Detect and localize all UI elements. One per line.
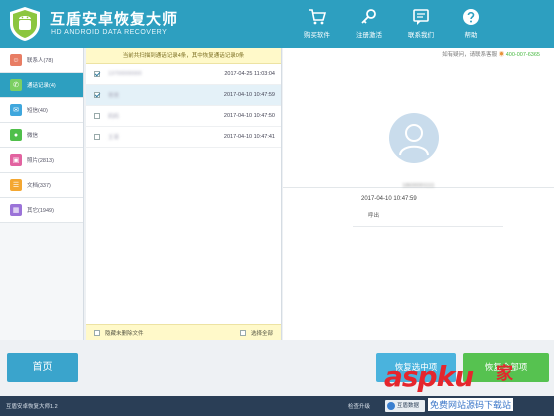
sidebar-item-photos[interactable]: ▣ 照片(2813): [0, 148, 83, 173]
row-checkbox[interactable]: [94, 92, 100, 98]
sidebar-item-label: 短信(40): [27, 108, 48, 114]
helpline: 如有疑问，请联系客服 ◉ 400-007-6365: [442, 50, 540, 58]
row-call-time: 2017-04-10 10:47:41: [223, 134, 275, 140]
cart-icon: [309, 9, 326, 25]
contact-us-label: 联系我们: [408, 32, 434, 39]
sidebar-item-sms[interactable]: ✉ 短信(40): [0, 98, 83, 123]
detail-call-type: 呼出: [368, 213, 380, 219]
row-call-time: 2017-04-25 11:03:04: [224, 71, 275, 77]
phone-icon: ✆: [10, 79, 22, 91]
contact-number: 18600001111: [402, 183, 435, 189]
tray-app-icon: [387, 402, 395, 410]
register-activate-button[interactable]: 注册激活: [346, 0, 392, 48]
android-shield-logo-icon: [10, 7, 40, 41]
other-icon: ▦: [10, 204, 22, 216]
action-bar: 首页 恢复选中项 恢复全部项: [0, 340, 554, 396]
row-checkbox[interactable]: [94, 113, 100, 119]
contact-header: 18600001111: [283, 58, 554, 189]
select-all-checkbox[interactable]: [239, 329, 246, 336]
row-contact-name: 王哥: [108, 135, 120, 141]
category-sidebar: ☺ 联系人(78) ✆ 通话记录(4) ✉ 短信(40) ● 微信 ▣ 照片(2…: [0, 48, 84, 340]
sms-icon: ✉: [10, 104, 22, 116]
contact-us-button[interactable]: 联系我们: [398, 0, 444, 48]
contact-avatar-icon: [389, 113, 439, 163]
sidebar-item-label: 联系人(78): [27, 58, 54, 64]
status-bar: 互盾安卓恢复大师1.2 检查升级 互盾数据: [0, 396, 554, 416]
check-update-link[interactable]: 检查升级: [348, 402, 370, 410]
wechat-icon: ●: [10, 129, 22, 141]
call-log-list-panel: 当前共扫描到通话记录4条，其中恢复通话记录0条 13700000000 2017…: [86, 48, 282, 340]
register-activate-label: 注册激活: [356, 32, 382, 39]
row-contact-name: 妈妈: [108, 114, 120, 120]
chat-icon: [413, 9, 429, 25]
doc-icon: ☰: [10, 179, 22, 191]
list-footer: 隐藏未删除文件 选择全部: [86, 324, 281, 340]
divider: [353, 226, 503, 227]
recover-selected-button[interactable]: 恢复选中项: [376, 353, 456, 382]
scan-notice: 当前共扫描到通话记录4条，其中恢复通话记录0条: [86, 48, 281, 64]
sidebar-item-label: 其它(1949): [27, 208, 54, 214]
sidebar-item-call-logs[interactable]: ✆ 通话记录(4): [0, 73, 83, 98]
hide-deleted-checkbox[interactable]: [94, 329, 100, 336]
select-all-label[interactable]: 选择全部: [251, 329, 273, 337]
sidebar-item-label: 文档(337): [27, 183, 51, 189]
sidebar-item-documents[interactable]: ☰ 文档(337): [0, 173, 83, 198]
detail-call-time: 2017-04-10 10:47:59: [361, 196, 417, 202]
key-icon: [361, 9, 376, 24]
call-log-row[interactable]: 13700000000 2017-04-25 11:03:04: [86, 64, 281, 85]
home-button[interactable]: 首页: [7, 353, 78, 382]
app-header: 互盾安卓恢复大师 HD ANDROID DATA RECOVERY 购买软件 注…: [0, 0, 554, 48]
help-label: 帮助: [464, 32, 478, 39]
row-checkbox[interactable]: [94, 134, 100, 140]
recover-all-button[interactable]: 恢复全部项: [463, 353, 549, 382]
help-button[interactable]: 帮助: [448, 0, 494, 48]
row-contact-name: 爸爸: [108, 93, 120, 99]
buy-software-label: 购买软件: [304, 32, 330, 39]
sidebar-item-label: 通话记录(4): [27, 83, 56, 89]
sidebar-item-other[interactable]: ▦ 其它(1949): [0, 198, 83, 223]
call-log-row[interactable]: 王哥 2017-04-10 10:47:41: [86, 127, 281, 148]
call-log-row[interactable]: 爸爸 2017-04-10 10:47:59: [86, 85, 281, 106]
sidebar-item-label: 照片(2813): [27, 158, 54, 164]
app-version: 互盾安卓恢复大师1.2: [6, 404, 58, 410]
question-icon: [463, 9, 479, 25]
hide-deleted-label[interactable]: 隐藏未删除文件: [105, 329, 144, 337]
call-detail-panel: 如有疑问，请联系客服 ◉ 400-007-6365 18600001111 20…: [283, 48, 554, 340]
photo-icon: ▣: [10, 154, 22, 166]
contacts-icon: ☺: [10, 54, 22, 66]
call-log-row[interactable]: 妈妈 2017-04-10 10:47:50: [86, 106, 281, 127]
sidebar-item-contacts[interactable]: ☺ 联系人(78): [0, 48, 83, 73]
sidebar-item-wechat[interactable]: ● 微信: [0, 123, 83, 148]
app-subtitle: HD ANDROID DATA RECOVERY: [51, 29, 168, 36]
row-call-time: 2017-04-10 10:47:50: [223, 113, 275, 119]
row-checkbox[interactable]: [94, 71, 100, 77]
row-call-time: 2017-04-10 10:47:59: [223, 92, 275, 98]
buy-software-button[interactable]: 购买软件: [294, 0, 340, 48]
sidebar-item-label: 微信: [27, 133, 39, 139]
app-title: 互盾安卓恢复大师: [50, 11, 179, 28]
row-contact-name: 13700000000: [108, 71, 142, 77]
